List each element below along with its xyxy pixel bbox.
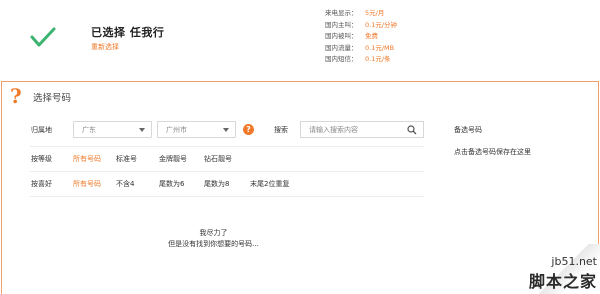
check-icon	[30, 27, 56, 47]
fee-row: 国内短信： 0.1元/条	[325, 54, 397, 66]
chevron-down-icon	[223, 128, 229, 132]
pref-option-end8[interactable]: 尾数为8	[204, 179, 229, 189]
watermark-url: jb51.net	[551, 255, 597, 268]
preference-label: 按喜好	[31, 180, 52, 188]
fee-label: 国内短信：	[325, 55, 358, 63]
empty-state-message: 但是没有找到你想要的号码...	[168, 240, 259, 248]
fee-label: 国内流量：	[325, 43, 358, 52]
divider	[30, 196, 424, 197]
search-label: 搜索	[274, 126, 288, 134]
fee-value: 0.1元/分钟	[365, 20, 398, 29]
watermark: jb51.net 脚本之家	[529, 255, 597, 292]
fee-value: 5元/月	[365, 9, 385, 17]
pref-option-no4[interactable]: 不含4	[116, 179, 134, 189]
city-select[interactable]: 广州市	[157, 121, 236, 138]
selected-plan-title: 已选择 任我行	[91, 26, 165, 39]
backup-numbers-title: 备选号码	[454, 126, 482, 134]
location-label: 归属地	[31, 126, 52, 134]
grade-option-gold[interactable]: 金牌靓号	[159, 154, 187, 164]
backup-numbers-note: 点击备选号码保存在这里	[454, 148, 531, 156]
search-input[interactable]: 请输入搜索内容	[300, 121, 424, 138]
question-mark-icon: ?	[10, 84, 22, 108]
divider	[30, 146, 424, 147]
search-icon[interactable]	[407, 125, 417, 135]
fee-row: 国内流量： 0.1元/MB	[325, 43, 397, 55]
fee-row: 国内主叫： 0.1元/分钟	[325, 20, 397, 32]
fee-label: 国内主叫：	[325, 20, 358, 29]
pref-option-end6[interactable]: 尾数为6	[159, 179, 184, 189]
province-select[interactable]: 广东	[73, 121, 152, 138]
panel-title: 选择号码	[33, 93, 72, 104]
search-placeholder: 请输入搜索内容	[309, 126, 358, 134]
grade-label: 按等级	[31, 155, 52, 163]
fee-row: 来电显示： 5元/月	[325, 8, 397, 20]
grade-option-diamond[interactable]: 钻石靓号	[204, 154, 232, 164]
fee-row: 国内被叫： 免费	[325, 31, 397, 43]
selection-summary: 已选择 任我行 重新选择 来电显示： 5元/月 国内主叫： 0.1元/分钟 国内…	[0, 0, 600, 80]
fee-label: 国内被叫：	[325, 32, 358, 40]
grade-option-standard[interactable]: 标准号	[116, 154, 137, 164]
fee-value: 0.1元/MB	[365, 43, 395, 52]
pref-option-all[interactable]: 所有号码	[73, 179, 101, 189]
divider	[30, 171, 424, 172]
watermark-name: 脚本之家	[528, 272, 597, 291]
help-icon[interactable]: ?	[243, 124, 254, 135]
fee-label: 来电显示：	[325, 9, 358, 17]
fee-value: 0.1元/条	[365, 55, 391, 63]
chevron-down-icon	[139, 128, 145, 132]
empty-state-title: 我尽力了	[199, 229, 228, 237]
reselect-link[interactable]: 重新选择	[91, 42, 119, 52]
province-value: 广东	[82, 126, 96, 134]
pref-option-repeat[interactable]: 末尾2位重复	[250, 179, 289, 189]
grade-option-all[interactable]: 所有号码	[73, 154, 101, 164]
city-value: 广州市	[166, 126, 187, 134]
fee-value: 免费	[365, 32, 378, 40]
fee-list: 来电显示： 5元/月 国内主叫： 0.1元/分钟 国内被叫： 免费 国内流量： …	[325, 8, 397, 66]
